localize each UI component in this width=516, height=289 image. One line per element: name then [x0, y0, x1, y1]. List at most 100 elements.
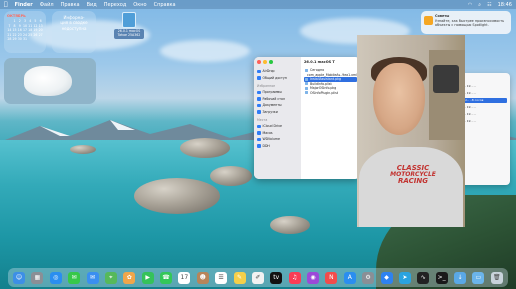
calendar-day: 6 — [39, 19, 42, 23]
sidebar-item-label: Общий доступ — [262, 75, 287, 80]
calendar-day: 14 — [7, 28, 12, 32]
secondary-row[interactable]: Кол.. 19 .. .. — [458, 119, 507, 124]
contacts-icon[interactable]: ☻ — [196, 271, 209, 284]
folder-icon[interactable]: ▭ — [472, 271, 485, 284]
messages-icon[interactable]: ✉ — [68, 271, 81, 284]
settings-icon[interactable]: ⚙ — [362, 271, 375, 284]
menu-item-view[interactable]: Вид — [87, 2, 97, 8]
calendar-day: 30 — [17, 37, 22, 41]
tips-icon — [424, 16, 433, 25]
facetime-icon[interactable]: ▶ — [141, 271, 154, 284]
file-icon — [305, 91, 308, 95]
calendar-day: 17 — [22, 28, 28, 32]
calendar-day: 26 — [33, 32, 38, 37]
calendar-day: 5 — [34, 19, 37, 23]
reminders-icon[interactable]: ☰ — [215, 271, 228, 284]
sidebar-item-shared[interactable]: Общий доступ — [257, 75, 298, 82]
news-icon[interactable]: N — [325, 271, 338, 284]
calendar-day: 25 — [28, 32, 33, 37]
calendar-day: 31 — [22, 37, 28, 41]
calendar-day: 16 — [17, 28, 22, 32]
launchpad-icon[interactable]: ▦ — [31, 271, 44, 284]
rock — [210, 166, 252, 186]
file-icon — [305, 68, 308, 72]
calendar-day — [7, 19, 12, 23]
control-center-icon[interactable]: ☷ — [487, 2, 491, 8]
calendar-day: 22 — [12, 32, 17, 37]
calendar-grid: 1 2 3 4 5 6 7 8 9 10 11 12 13 14 15 16 17 18 19 20 21 22 23 24 2… — [7, 19, 43, 41]
calendar-icon[interactable]: 17 — [178, 271, 191, 284]
desktop:  Finder Файл Правка Вид Переход Окно Сп… — [0, 0, 516, 289]
calendar-widget[interactable]: ОКТЯБРЬ 1 2 3 4 5 6 7 8 9 10 11 12 13 14 15 16 17 18 19 20 2… — [4, 11, 46, 53]
finder-icon[interactable]: ☺ — [13, 271, 25, 284]
trash-icon[interactable]: 🗑 — [490, 271, 503, 284]
keynote-icon[interactable]: ◆ — [380, 271, 393, 284]
calendar-day: 24 — [22, 32, 28, 37]
summary-widget[interactable]: Информа- ция в сводке недоступна — [52, 11, 96, 53]
calendar-day: 23 — [17, 32, 22, 37]
phone-icon[interactable]: ☎ — [160, 271, 172, 284]
menu-item-edit[interactable]: Правка — [61, 2, 80, 8]
notes-icon[interactable]: ✎ — [233, 271, 246, 284]
sidebar-item-label: WDVolume — [262, 137, 280, 142]
file-icon — [305, 82, 308, 86]
calendar-day — [38, 37, 43, 41]
calendar-day: 15 — [12, 28, 17, 32]
disk-icon — [257, 144, 261, 148]
menu-item-window[interactable]: Окно — [133, 2, 146, 8]
tv-icon[interactable]: tv — [270, 271, 283, 284]
file-icon — [305, 86, 308, 90]
sidebar-item-ddh[interactable]: DDH — [257, 143, 298, 150]
file-name: Сегодня — [310, 68, 325, 73]
minimize-button[interactable] — [263, 60, 267, 64]
safari-icon[interactable]: ◎ — [49, 271, 62, 284]
sidebar-item-downloads[interactable]: Загрузки — [257, 109, 298, 116]
sidebar-item-label: Macos — [262, 130, 273, 135]
maps-icon[interactable]: ⌖ — [104, 271, 117, 284]
sidebar-item-label: Программы — [262, 90, 282, 95]
podcasts-icon[interactable]: ◉ — [307, 271, 319, 284]
calendar-month: ОКТЯБРЬ — [7, 14, 26, 18]
calendar-day: 3 — [23, 19, 26, 23]
menu-clock[interactable]: 18:46 — [498, 2, 512, 8]
secondary-row[interactable]: Кол.. 19 .. .. — [458, 112, 507, 117]
search-icon[interactable]: ⌕ — [478, 2, 481, 8]
cloud-icon — [257, 124, 261, 128]
menu-item-go[interactable]: Переход — [104, 2, 127, 8]
person-face — [373, 63, 425, 135]
file-row[interactable]: OSInfoPlugin.plist — [304, 91, 357, 96]
apple-icon[interactable]:  — [4, 1, 8, 8]
freeform-icon[interactable]: ✐ — [251, 271, 264, 284]
photos-icon[interactable]: ✿ — [123, 271, 136, 284]
calendar-day: 28 — [7, 37, 12, 41]
menu-item-file[interactable]: Файл — [40, 2, 54, 8]
disk-icon — [257, 131, 261, 135]
terminal-icon[interactable]: >_ — [435, 271, 448, 284]
secondary-row[interactable]: Кол.. 19 .. .. — [458, 105, 507, 110]
zoom-button[interactable] — [269, 60, 273, 64]
disk-icon — [257, 137, 261, 141]
menu-item-help[interactable]: Справка — [154, 2, 176, 8]
secondary-row[interactable]: Прил.. ..8 сосов — [458, 98, 507, 103]
calendar-day: 21 — [7, 32, 12, 37]
secondary-row[interactable]: Кол.. 19 .. .. — [458, 84, 507, 89]
secondary-list: Кол.. 19 .. .. Кол.. 19 .. .. Прил.. ..8 с… — [458, 84, 507, 124]
mail-icon[interactable]: ✉ — [86, 271, 99, 284]
desktop-file[interactable]: 26.0.1 macOS Tahoe 25A362 — [114, 12, 144, 39]
telegram-icon[interactable]: ➤ — [398, 271, 411, 284]
downloads-folder-icon[interactable]: ↓ — [454, 271, 466, 284]
appstore-icon[interactable]: A — [343, 271, 356, 284]
file-rows: Сегодня com_apple_MobileAs..9ea1.xml Insta… — [304, 68, 357, 95]
music-icon[interactable]: ♫ — [288, 271, 301, 284]
sidebar-item-label: Документы — [262, 103, 282, 108]
close-button[interactable] — [257, 60, 261, 64]
finder-window[interactable]: AirDrop Общий доступ Избранное Программы… — [254, 57, 360, 179]
wifi-icon[interactable]: ◠ — [468, 2, 472, 8]
menu-app-name[interactable]: Finder — [15, 2, 33, 8]
desktop-file-label-line2: Tahoe 25A362 — [117, 32, 141, 37]
secondary-row[interactable]: Кол.. 19 .. .. — [458, 91, 507, 96]
photo-widget[interactable] — [4, 58, 96, 104]
notification-banner[interactable]: Советы Узнайте, как быстрее произносимос… — [421, 11, 511, 34]
webcam-overlay: CLASSIC MOTORCYCLE RACING — [357, 35, 465, 227]
activity-monitor-icon[interactable]: ∿ — [417, 271, 430, 284]
